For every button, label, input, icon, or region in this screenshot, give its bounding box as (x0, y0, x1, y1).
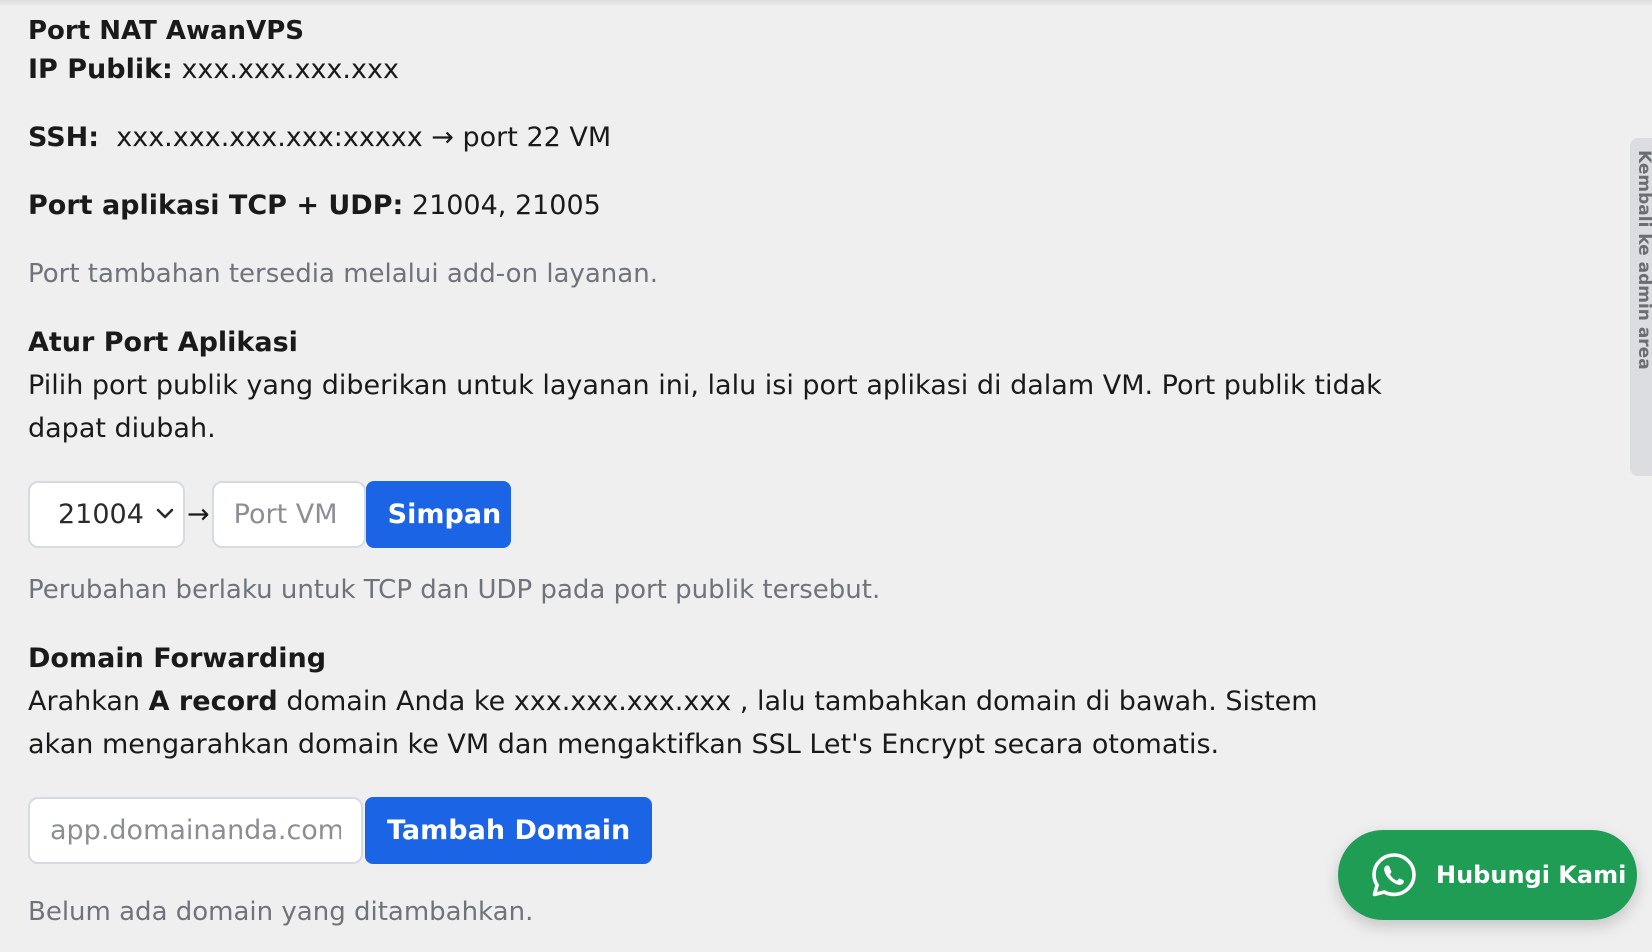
chevron-down-icon (155, 504, 175, 524)
domain-desc-bold: A record (148, 686, 278, 717)
domain-heading: Domain Forwarding (28, 643, 327, 674)
ssh-line: SSH: xxx.xxx.xxx.xxx:xxxxx → port 22 VM (28, 118, 1448, 158)
ip-value: xxx.xxx.xxx.xxx (181, 54, 399, 85)
ports-value: 21004, 21005 (411, 190, 601, 221)
whatsapp-label: Hubungi Kami (1436, 861, 1627, 889)
page: Port NAT AwanVPS IP Publik: xxx.xxx.xxx.… (0, 0, 1652, 952)
mapping-arrow: → (187, 498, 210, 530)
addon-note: Port tambahan tersedia melalui add-on la… (28, 259, 658, 289)
side-tab[interactable]: Kembali ke admin area (1630, 138, 1652, 476)
vm-port-input[interactable] (211, 480, 366, 548)
ip-line: IP Publik: xxx.xxx.xxx.xxx (28, 50, 1448, 90)
ssh-label: SSH: (28, 122, 100, 153)
port-app-description: Pilih port publik yang diberikan untuk l… (28, 370, 1382, 444)
top-shadow (0, 0, 1652, 6)
whatsapp-contact-button[interactable]: Hubungi Kami (1338, 830, 1637, 920)
domain-description: Arahkan A record domain Anda ke xxx.xxx.… (28, 680, 1328, 766)
ports-line: Port aplikasi TCP + UDP: 21004, 21005 (28, 186, 1448, 226)
port-app-note: Perubahan berlaku untuk TCP dan UDP pada… (28, 575, 881, 605)
domain-add-row: Tambah Domain (28, 796, 1448, 864)
whatsapp-icon (1370, 851, 1418, 899)
ports-label: Port aplikasi TCP + UDP: (28, 190, 404, 221)
domain-input[interactable] (28, 796, 363, 864)
ssh-value: xxx.xxx.xxx.xxx:xxxxx → port 22 VM (116, 122, 612, 153)
port-mapping-row: 21004 → Simpan (28, 480, 1448, 548)
main-content: Port NAT AwanVPS IP Publik: xxx.xxx.xxx.… (28, 12, 1448, 932)
ip-label: IP Publik: (28, 54, 173, 85)
port-app-heading: Atur Port Aplikasi (28, 327, 298, 358)
save-button[interactable]: Simpan (365, 480, 511, 548)
domain-empty-note: Belum ada domain yang ditambahkan. (28, 897, 534, 927)
nat-title: Port NAT AwanVPS (28, 16, 304, 46)
add-domain-button[interactable]: Tambah Domain (365, 796, 653, 864)
public-port-select[interactable]: 21004 (28, 480, 185, 548)
side-tab-label: Kembali ke admin area (1634, 150, 1652, 370)
domain-desc-prefix: Arahkan (28, 686, 149, 717)
public-port-value: 21004 (58, 498, 144, 530)
